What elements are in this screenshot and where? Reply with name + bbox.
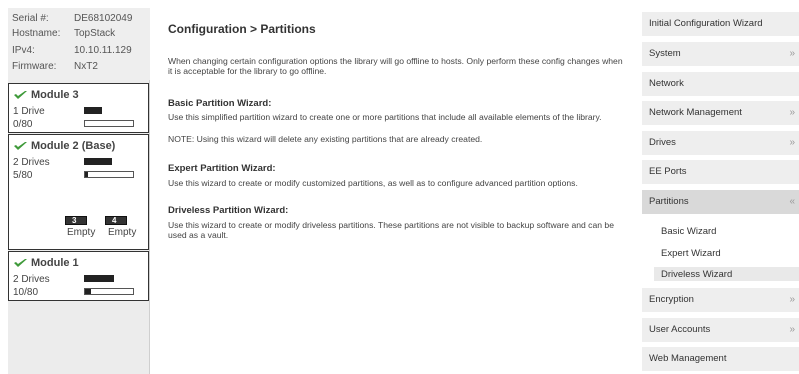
nav-expert-wizard[interactable]: Expert Wizard — [661, 248, 721, 259]
hostname-value: TopStack — [74, 28, 116, 39]
nav-label: User Accounts — [649, 324, 711, 335]
slot-bar — [84, 120, 134, 127]
nav-label: Encryption — [649, 294, 694, 305]
nav-label: System — [649, 48, 681, 59]
nav-label: Web Management — [649, 353, 727, 364]
ipv4-row: IPv4: 10.10.11.129 — [12, 45, 132, 56]
chevron-down-icon: » — [789, 294, 795, 305]
config-nav: Initial Configuration Wizard System » Net… — [640, 8, 799, 374]
nav-driveless-wizard[interactable]: Driveless Wizard — [661, 269, 732, 280]
nav-label: Network — [649, 78, 684, 89]
hostname-row: Hostname: TopStack — [12, 28, 115, 39]
module-slots: 10/80 — [13, 287, 39, 298]
drive-bar-fill — [84, 275, 114, 282]
chevron-up-icon: « — [789, 196, 795, 207]
slot-bar — [84, 288, 134, 295]
slot-bar-fill — [85, 289, 91, 294]
nav-label: Initial Configuration Wizard — [649, 18, 763, 29]
module-slots: 5/80 — [13, 170, 33, 181]
nav-initial-configuration-wizard[interactable]: Initial Configuration Wizard — [642, 12, 799, 36]
magazine-3[interactable]: 3 — [65, 216, 87, 225]
section-text: Use this wizard to create or modify driv… — [168, 220, 614, 240]
section-heading: Driveless Partition Wizard: — [168, 205, 289, 216]
drive-bar — [84, 275, 134, 282]
section-note: NOTE: Using this wizard will delete any … — [168, 134, 483, 144]
section-text: Use this wizard to create or modify cust… — [168, 178, 578, 188]
drive-bar-fill — [84, 107, 102, 114]
nav-user-accounts[interactable]: User Accounts » — [642, 318, 799, 342]
serial-label: Serial #: — [12, 13, 49, 24]
system-info: Serial #: DE68102049 Hostname: TopStack IP… — [8, 8, 150, 80]
nav-web-management[interactable]: Web Management — [642, 347, 799, 371]
library-status-panel: Serial #: DE68102049 Hostname: TopStack IP… — [8, 8, 150, 374]
firmware-label: Firmware: — [12, 61, 57, 72]
serial-row: Serial #: DE68102049 — [12, 13, 132, 24]
module-drives: 2 Drives — [13, 157, 50, 168]
magazine-status: Empty — [108, 227, 137, 238]
magazine-4[interactable]: 4 — [105, 216, 127, 225]
nav-basic-wizard[interactable]: Basic Wizard — [661, 226, 716, 237]
nav-label: Network Management — [649, 107, 742, 118]
check-icon — [14, 142, 27, 150]
module-2-card[interactable]: Module 2 (Base) 2 Drives 5/80 3 4 Empty … — [8, 134, 149, 250]
nav-network[interactable]: Network — [642, 72, 799, 96]
nav-network-management[interactable]: Network Management » — [642, 101, 799, 125]
intro-text: When changing certain configuration opti… — [168, 56, 623, 76]
module-title: Module 2 (Base) — [31, 140, 116, 152]
module-title: Module 1 — [31, 257, 79, 269]
ipv4-label: IPv4: — [12, 45, 35, 56]
module-drives: 2 Drives — [13, 274, 50, 285]
magazine-number: 4 — [112, 216, 117, 225]
ipv4-value: 10.10.11.129 — [74, 45, 132, 56]
check-icon — [14, 259, 27, 267]
module-1-card[interactable]: Module 1 2 Drives 10/80 — [8, 251, 149, 301]
chevron-down-icon: » — [789, 324, 795, 335]
drive-bar-fill — [84, 158, 112, 165]
nav-encryption[interactable]: Encryption » — [642, 288, 799, 312]
module-drives: 1 Drive — [13, 106, 45, 117]
section-text: Use this simplified partition wizard to … — [168, 112, 602, 122]
firmware-row: Firmware: NxT2 — [12, 61, 98, 72]
nav-label: Partitions — [649, 196, 689, 207]
section-heading: Basic Partition Wizard: — [168, 98, 272, 109]
nav-label: Drives — [649, 137, 676, 148]
slot-bar — [84, 171, 134, 178]
page-title: Configuration > Partitions — [168, 22, 316, 36]
nav-drives[interactable]: Drives » — [642, 131, 799, 155]
slot-bar-fill — [85, 172, 88, 177]
hostname-label: Hostname: — [12, 28, 61, 39]
chevron-down-icon: » — [789, 48, 795, 59]
firmware-value: NxT2 — [74, 61, 98, 72]
app-window: Serial #: DE68102049 Hostname: TopStack IP… — [0, 0, 799, 374]
module-title: Module 3 — [31, 89, 79, 101]
drive-bar — [84, 158, 134, 165]
main-content: Configuration > Partitions When changing… — [168, 8, 638, 374]
chevron-down-icon: » — [789, 107, 795, 118]
drive-bar — [84, 107, 134, 114]
check-icon — [14, 91, 27, 99]
nav-ee-ports[interactable]: EE Ports — [642, 160, 799, 184]
nav-partitions[interactable]: Partitions « — [642, 190, 799, 214]
nav-system[interactable]: System » — [642, 42, 799, 66]
chevron-down-icon: » — [789, 137, 795, 148]
section-heading: Expert Partition Wizard: — [168, 163, 276, 174]
module-3-card[interactable]: Module 3 1 Drive 0/80 — [8, 83, 149, 133]
module-slots: 0/80 — [13, 119, 33, 130]
magazine-status: Empty — [67, 227, 96, 238]
nav-label: EE Ports — [649, 166, 687, 177]
magazine-number: 3 — [72, 216, 77, 225]
serial-value: DE68102049 — [74, 13, 133, 24]
